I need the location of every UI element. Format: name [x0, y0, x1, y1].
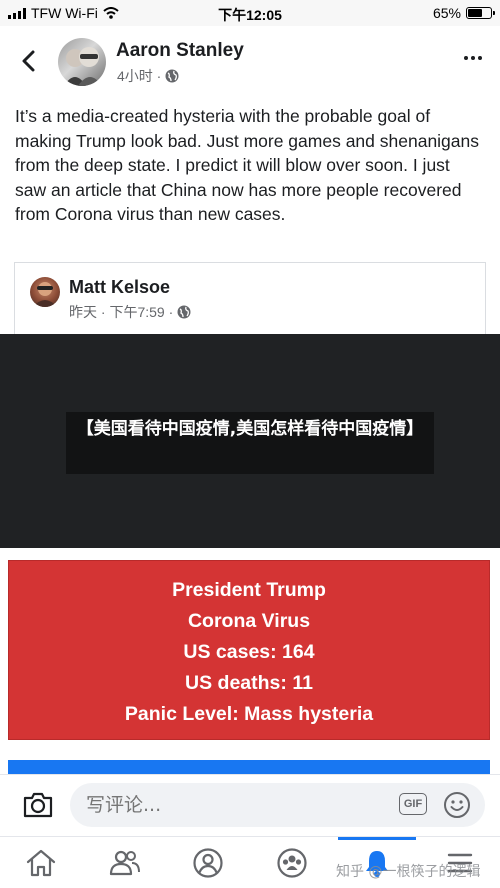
watermark: 知乎 @一根筷子的逻辑: [336, 864, 481, 880]
shared-author-avatar[interactable]: [30, 277, 60, 307]
camera-icon: [23, 792, 53, 818]
home-icon: [26, 849, 56, 877]
image-text-line: US deaths: 11: [185, 672, 313, 694]
camera-button[interactable]: [22, 791, 54, 821]
globe-icon: [177, 305, 191, 319]
shared-image[interactable]: President Trump Corona Virus US cases: 164…: [8, 560, 490, 740]
tab-groups[interactable]: [274, 845, 310, 881]
smiley-icon: [444, 792, 470, 818]
author-avatar[interactable]: [58, 38, 106, 86]
globe-icon: [165, 69, 179, 83]
status-time: 下午12:05: [218, 7, 282, 23]
battery-icon: [466, 7, 495, 19]
tab-friends[interactable]: [107, 845, 143, 881]
image-text-line: US cases: 164: [183, 641, 315, 663]
shared-post-meta: 昨天 · 下午7:59 ·: [69, 302, 191, 322]
chevron-left-icon: [22, 50, 35, 72]
post-time: 4小时 ·: [117, 68, 162, 84]
back-button[interactable]: [15, 48, 41, 74]
post-meta: 4小时 ·: [117, 66, 179, 86]
shared-post-time: 昨天 · 下午7:59 ·: [69, 304, 174, 320]
image-text-line: Panic Level: Mass hysteria: [124, 703, 374, 725]
shared-author-name[interactable]: Matt Kelsoe: [69, 277, 170, 298]
more-options-icon[interactable]: [464, 56, 482, 60]
battery-percent: 65%: [432, 5, 461, 21]
tab-home[interactable]: [23, 845, 59, 881]
dark-overlay-band: 【美国看待中国疫情,美国怎样看待中国疫情】: [0, 334, 500, 548]
battery-fill: [468, 9, 483, 17]
tab-profile[interactable]: [190, 845, 226, 881]
author-name[interactable]: Aaron Stanley: [116, 40, 244, 62]
avatar-photo-icon: [64, 47, 102, 86]
comment-bar: GIF: [0, 774, 500, 836]
profile-icon: [193, 848, 223, 878]
avatar-photo-icon: [33, 282, 57, 307]
post-text: It’s a media-created hysteria with the p…: [15, 106, 480, 224]
groups-icon: [277, 848, 307, 878]
friends-icon: [109, 850, 140, 876]
bottom-tab-bar: 知乎 @一根筷子的逻辑: [0, 836, 500, 888]
gif-button[interactable]: GIF: [399, 793, 427, 815]
image-text-line: President Trump: [172, 579, 326, 601]
shared-post-card[interactable]: Matt Kelsoe 昨天 · 下午7:59 ·: [14, 262, 486, 342]
post-header: Aaron Stanley 4小时 ·: [0, 26, 500, 98]
status-bar: TFW Wi-Fi 下午12:05 65%: [0, 0, 500, 26]
status-right: 65%: [432, 5, 495, 21]
banner-title: 【美国看待中国疫情,美国怎样看待中国疫情】: [66, 412, 434, 474]
link-preview-strip[interactable]: [8, 760, 490, 774]
image-text-line: Corona Virus: [187, 610, 311, 632]
emoji-button[interactable]: [443, 791, 471, 819]
active-tab-indicator: [338, 837, 416, 840]
image-text-lines: President Trump Corona Virus US cases: 164…: [9, 575, 489, 730]
